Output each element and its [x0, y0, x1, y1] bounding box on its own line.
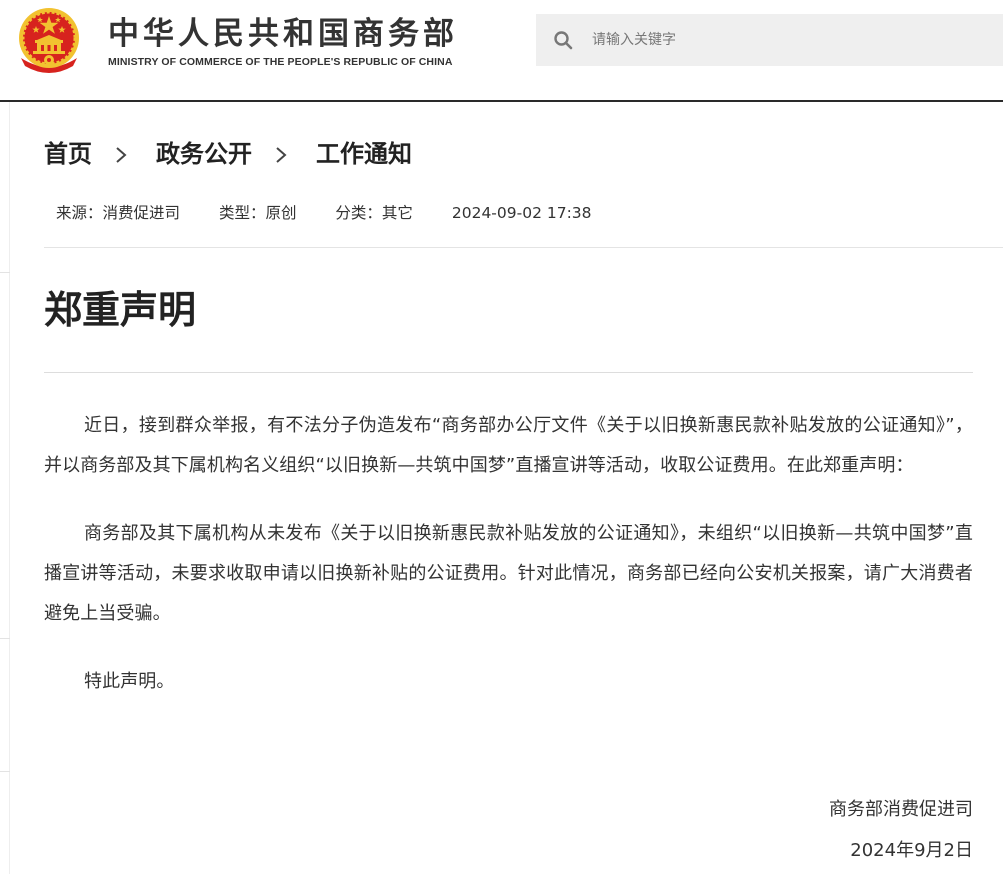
site-title-cn[interactable]: 中华人民共和国商务部 [108, 14, 458, 54]
breadcrumb-work-notice[interactable]: 工作通知 [316, 136, 412, 172]
divider [44, 247, 1003, 248]
article-signature: 商务部消费促进司 [829, 799, 973, 820]
left-edge-tick [0, 272, 10, 273]
search-input[interactable] [592, 26, 982, 54]
left-edge-line [9, 102, 10, 874]
breadcrumb-government-affairs[interactable]: 政务公开 [156, 136, 252, 172]
article-title: 郑重声明 [44, 288, 197, 332]
article-body: 近日，接到群众举报，有不法分子伪造发布“商务部办公厅文件《关于以旧换新惠民款补贴… [44, 406, 973, 730]
article-paragraph: 近日，接到群众举报，有不法分子伪造发布“商务部办公厅文件《关于以旧换新惠民款补贴… [44, 415, 973, 476]
left-edge-tick [0, 771, 10, 772]
site-header: 中华人民共和国商务部 MINISTRY OF COMMERCE OF THE P… [0, 0, 1003, 102]
breadcrumb-home[interactable]: 首页 [44, 136, 92, 172]
article-paragraph: 商务部及其下属机构从未发布《关于以旧换新惠民款补贴发放的公证通知》，未组织“以旧… [44, 523, 973, 624]
article-paragraph: 特此声明。 [84, 671, 175, 692]
meta-datetime: 2024-09-02 17:38 [451, 204, 592, 222]
divider [44, 372, 973, 373]
left-edge-tick [0, 638, 10, 639]
breadcrumb: 首页 政务公开 工作通知 [44, 136, 412, 172]
meta-type: 类型：原创 [218, 204, 297, 222]
page: 中华人民共和国商务部 MINISTRY OF COMMERCE OF THE P… [0, 0, 1003, 874]
article-date: 2024年9月2日 [850, 840, 973, 861]
meta-category: 分类：其它 [335, 204, 413, 222]
chevron-right-icon [252, 136, 316, 172]
meta-source: 来源：消费促进司 [56, 204, 181, 222]
national-emblem-icon[interactable] [15, 6, 83, 76]
chevron-right-icon [92, 136, 156, 172]
search-box [536, 14, 1003, 66]
search-icon[interactable] [553, 30, 573, 50]
article-meta: 来源：消费促进司 类型：原创 分类：其它 2024-09-02 17:38 [56, 200, 592, 226]
site-title-en: MINISTRY OF COMMERCE OF THE PEOPLE'S REP… [108, 56, 453, 68]
